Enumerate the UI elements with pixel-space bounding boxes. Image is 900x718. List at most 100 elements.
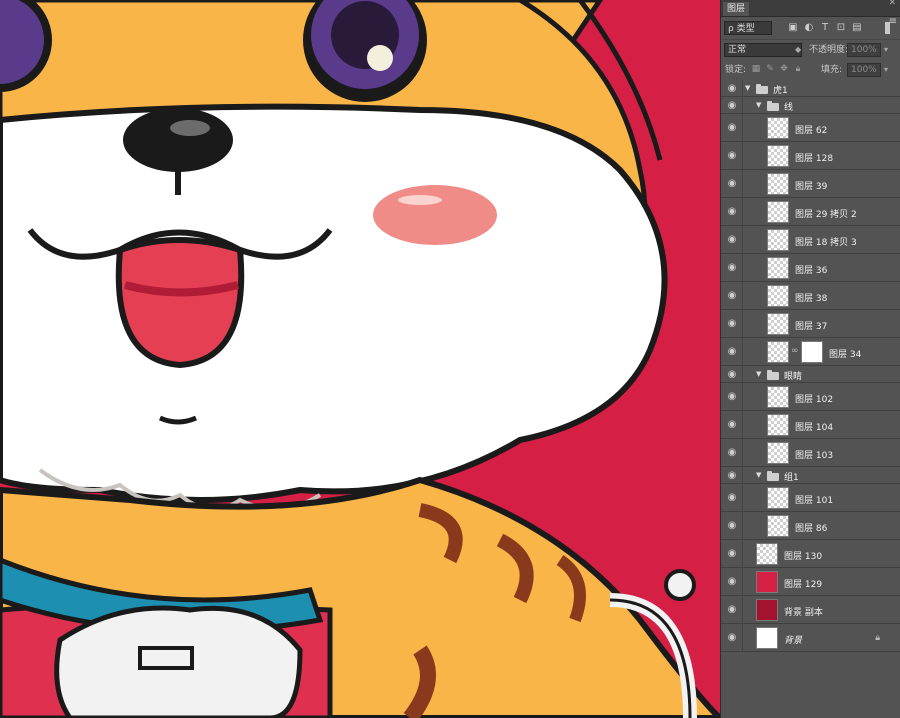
layer-thumbnail[interactable]	[767, 414, 789, 436]
visibility-eye-icon[interactable]: ◉	[726, 470, 738, 481]
visibility-eye-icon[interactable]: ◉	[726, 347, 738, 357]
visibility-eye-icon[interactable]: ◉	[726, 633, 738, 643]
layer-group-row[interactable]: ◉ ▼ 线	[721, 97, 900, 114]
layer-row[interactable]: ◉ 背景 🔒︎	[721, 624, 900, 652]
visibility-eye-icon[interactable]: ◉	[726, 521, 738, 531]
layer-thumbnail[interactable]	[767, 257, 789, 279]
layer-row[interactable]: ◉ 图层 39	[721, 170, 900, 198]
visibility-eye-icon[interactable]: ◉	[726, 605, 738, 615]
lock-image-icon[interactable]: ✎	[765, 64, 775, 74]
expand-arrow-icon[interactable]: ▼	[756, 370, 761, 378]
layer-thumbnail[interactable]	[756, 571, 778, 593]
layer-row[interactable]: ◉ 图层 36	[721, 254, 900, 282]
layer-thumbnail[interactable]	[767, 487, 789, 509]
layer-thumbnail[interactable]	[767, 229, 789, 251]
folder-icon	[767, 471, 779, 481]
visibility-eye-icon[interactable]: ◉	[726, 207, 738, 217]
pixel-filter-icon[interactable]: ▣	[787, 22, 799, 34]
layer-row[interactable]: ◉ 图层 38	[721, 282, 900, 310]
layer-thumbnail[interactable]	[756, 543, 778, 565]
opacity-field[interactable]: 100%	[847, 43, 881, 57]
lock-transparent-icon[interactable]: ▦	[751, 64, 761, 74]
visibility-eye-icon[interactable]: ◉	[726, 291, 738, 301]
layer-name: 图层 101	[795, 496, 834, 506]
lock-all-icon[interactable]: 🔒︎	[793, 64, 803, 74]
layer-thumbnail[interactable]	[767, 313, 789, 335]
visibility-eye-icon[interactable]: ◉	[726, 420, 738, 430]
layer-row[interactable]: ◉ 图层 62	[721, 114, 900, 142]
shape-filter-icon[interactable]: ⊡	[835, 22, 847, 34]
layer-thumbnail[interactable]	[756, 599, 778, 621]
visibility-eye-icon[interactable]: ◉	[726, 448, 738, 458]
layer-group-row[interactable]: ◉ ▼ 虎1	[721, 80, 900, 97]
layer-name: 眼睛	[784, 372, 803, 382]
mask-link-icon[interactable]: ∞	[791, 346, 799, 356]
layer-name: 背景 副本	[784, 608, 823, 618]
layer-row[interactable]: ◉ 图层 102	[721, 383, 900, 411]
visibility-eye-icon[interactable]: ◉	[726, 263, 738, 273]
fill-field[interactable]: 100%	[847, 63, 881, 77]
panel-menu-icon[interactable]: ≡	[889, 16, 897, 27]
layer-thumbnail[interactable]	[767, 145, 789, 167]
layer-name: 图层 130	[784, 552, 823, 562]
visibility-eye-icon[interactable]: ◉	[726, 100, 738, 111]
layer-thumbnail[interactable]	[767, 201, 789, 223]
adjustment-filter-icon[interactable]: ◐	[803, 22, 815, 34]
visibility-eye-icon[interactable]: ◉	[726, 369, 738, 380]
opacity-dropdown-icon[interactable]: ▾	[884, 45, 888, 54]
layer-row[interactable]: ◉ 图层 128	[721, 142, 900, 170]
kind-filter-select[interactable]: ρ 类型	[724, 21, 772, 35]
lock-position-icon[interactable]: ✥	[779, 64, 789, 74]
layer-thumbnail[interactable]	[767, 173, 789, 195]
layer-row[interactable]: ◉ 图层 104	[721, 411, 900, 439]
fill-dropdown-icon[interactable]: ▾	[884, 65, 888, 74]
expand-arrow-icon[interactable]: ▼	[756, 101, 761, 109]
visibility-eye-icon[interactable]: ◉	[726, 319, 738, 329]
type-filter-icon[interactable]: T	[819, 22, 831, 34]
layer-row[interactable]: ◉ 图层 129	[721, 568, 900, 596]
visibility-eye-icon[interactable]: ◉	[726, 83, 738, 94]
layer-row[interactable]: ◉ 图层 37	[721, 310, 900, 338]
blend-mode-select[interactable]: 正常	[724, 43, 802, 57]
layer-row[interactable]: ◉ 图层 130	[721, 540, 900, 568]
layer-name: 图层 102	[795, 395, 834, 405]
layer-mask-thumbnail[interactable]	[801, 341, 823, 363]
visibility-eye-icon[interactable]: ◉	[726, 151, 738, 161]
layer-row[interactable]: ◉ 图层 18 拷贝 3	[721, 226, 900, 254]
visibility-eye-icon[interactable]: ◉	[726, 577, 738, 587]
layer-group-row[interactable]: ◉ ▼ 眼睛	[721, 366, 900, 383]
layer-row[interactable]: ◉ ∞ 图层 34	[721, 338, 900, 366]
visibility-eye-icon[interactable]: ◉	[726, 392, 738, 402]
eye-column-divider	[742, 310, 743, 337]
layer-name: 图层 129	[784, 580, 823, 590]
visibility-eye-icon[interactable]: ◉	[726, 179, 738, 189]
visibility-eye-icon[interactable]: ◉	[726, 549, 738, 559]
layer-thumbnail[interactable]	[767, 386, 789, 408]
layer-thumbnail[interactable]	[767, 341, 789, 363]
layer-row[interactable]: ◉ 图层 86	[721, 512, 900, 540]
panel-tab-bar: 图层 ✕	[721, 0, 900, 17]
close-icon[interactable]: ✕	[888, 0, 896, 8]
expand-arrow-icon[interactable]: ▼	[756, 471, 761, 479]
chevron-down-icon: ◆	[795, 45, 802, 54]
expand-arrow-icon[interactable]: ▼	[745, 84, 750, 92]
layer-group-row[interactable]: ◉ ▼ 组1	[721, 467, 900, 484]
layer-thumbnail[interactable]	[767, 117, 789, 139]
layer-row[interactable]: ◉ 背景 副本	[721, 596, 900, 624]
layer-row[interactable]: ◉ 图层 101	[721, 484, 900, 512]
layer-thumbnail[interactable]	[767, 285, 789, 307]
layer-name: 图层 62	[795, 126, 828, 136]
layer-thumbnail[interactable]	[767, 442, 789, 464]
layer-row[interactable]: ◉ 图层 103	[721, 439, 900, 467]
smart-object-filter-icon[interactable]: ▤	[851, 22, 863, 34]
visibility-eye-icon[interactable]: ◉	[726, 493, 738, 503]
layer-thumbnail[interactable]	[756, 627, 778, 649]
layer-thumbnail[interactable]	[767, 515, 789, 537]
fill-label: 填充:	[821, 65, 843, 75]
tab-layers[interactable]: 图层	[723, 2, 750, 16]
eye-column-divider	[742, 114, 743, 141]
visibility-eye-icon[interactable]: ◉	[726, 123, 738, 133]
layer-row[interactable]: ◉ 图层 29 拷贝 2	[721, 198, 900, 226]
visibility-eye-icon[interactable]: ◉	[726, 235, 738, 245]
document-canvas[interactable]	[0, 0, 720, 718]
